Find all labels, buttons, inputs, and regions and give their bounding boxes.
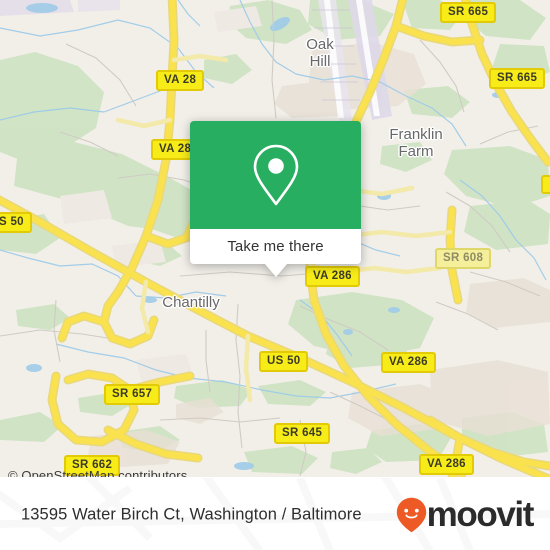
footer-bar: 13595 Water Birch Ct, Washington / Balti… xyxy=(0,477,550,550)
place-label-franklin-farm: Franklin Farm xyxy=(389,126,443,160)
road-shield-right-edge[interactable] xyxy=(541,175,550,194)
road-shield-sr-665-east[interactable]: SR 665 xyxy=(489,68,546,89)
road-shield-va-286-mid[interactable]: VA 286 xyxy=(381,352,436,373)
popup-pin-panel xyxy=(190,121,361,229)
road-shield-sr-665-north[interactable]: SR 665 xyxy=(440,2,497,23)
road-shield-us-50-center[interactable]: US 50 xyxy=(259,351,309,372)
map-viewport[interactable]: Oak Hill Franklin Farm Chantilly SR 665 VA… xyxy=(0,0,550,477)
road-shield-sr-645[interactable]: SR 645 xyxy=(274,423,331,444)
road-shield-va-28-upper[interactable]: VA 28 xyxy=(156,70,205,91)
place-label-oak-hill: Oak Hill xyxy=(306,36,334,70)
road-shield-va-286-upper[interactable]: VA 286 xyxy=(305,266,360,287)
map-pin-icon xyxy=(253,144,298,206)
location-title: 13595 Water Birch Ct, Washington / Balti… xyxy=(21,505,362,523)
map-screenshot: Oak Hill Franklin Farm Chantilly SR 665 VA… xyxy=(0,0,550,550)
popup-action-bar[interactable]: Take me there xyxy=(190,229,361,277)
road-shield-sr-608[interactable]: SR 608 xyxy=(435,248,492,269)
road-shield-us-50-west[interactable]: S 50 xyxy=(0,212,32,233)
popup-tail-pointer xyxy=(264,264,287,277)
moovit-wordmark: moovit xyxy=(426,494,535,534)
road-shield-sr-657[interactable]: SR 657 xyxy=(104,384,161,405)
place-label-chantilly: Chantilly xyxy=(162,294,220,311)
road-shield-va-286-lower[interactable]: VA 286 xyxy=(419,454,474,475)
moovit-logo[interactable]: moovit xyxy=(396,494,535,534)
location-popup[interactable]: Take me there xyxy=(190,121,361,277)
moovit-pin-icon xyxy=(396,497,427,533)
take-me-there-button[interactable]: Take me there xyxy=(227,238,323,255)
